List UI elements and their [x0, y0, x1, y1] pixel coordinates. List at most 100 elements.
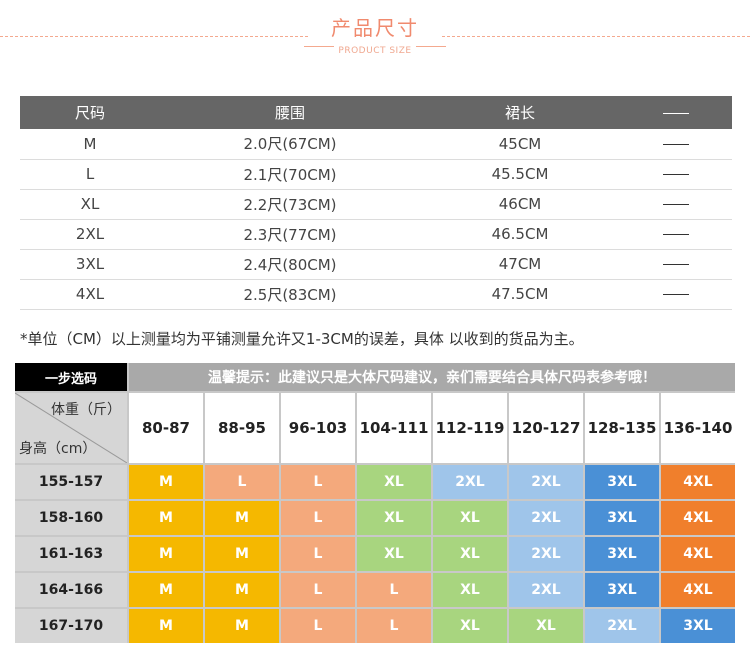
column-header: 裙长: [420, 96, 620, 129]
weight-range-header: 120-127: [509, 393, 583, 463]
column-header: [620, 96, 732, 129]
dash-mark: [663, 234, 689, 235]
size-cell: [620, 279, 732, 310]
size-recommendation-cell: 2XL: [509, 501, 583, 535]
size-recommendation-cell: 4XL: [661, 465, 735, 499]
size-table-header: 尺码 腰围 裙长: [20, 96, 732, 129]
size-recommendation-cell: 2XL: [433, 465, 507, 499]
size-recommendation-cell: 3XL: [585, 537, 659, 571]
height-range-header: 167-170: [15, 609, 127, 643]
size-recommendation-cell: 2XL: [585, 609, 659, 643]
size-recommendation-cell: M: [205, 609, 279, 643]
size-cell: 2.0尺(67CM): [160, 129, 420, 160]
size-cell: 2XL: [20, 219, 160, 250]
size-recommendation-cell: M: [129, 501, 203, 535]
size-recommendation-cell: XL: [357, 465, 431, 499]
size-recommendation-cell: L: [357, 609, 431, 643]
size-cell: 46.5CM: [420, 219, 620, 250]
weight-range-header: 136-140: [661, 393, 735, 463]
height-range-header: 161-163: [15, 537, 127, 571]
size-recommendation-cell: M: [205, 573, 279, 607]
size-cell: 47.5CM: [420, 279, 620, 310]
size-row: XL 2.2尺(73CM) 46CM: [20, 189, 732, 220]
weight-axis-label: 体重（斤）: [51, 402, 121, 418]
size-cell: 45CM: [420, 129, 620, 160]
size-recommendation-chart: 一步选码 温馨提示：此建议只是大体尺码建议，亲们需要结合具体尺码表参考哦！ 体重…: [15, 363, 735, 643]
axis-corner: 体重（斤） 身高（cm）: [15, 393, 127, 463]
size-recommendation-cell: M: [129, 573, 203, 607]
size-recommendation-cell: M: [205, 501, 279, 535]
weight-range-header: 80-87: [129, 393, 203, 463]
size-recommendation-cell: 2XL: [509, 465, 583, 499]
size-row: L 2.1尺(70CM) 45.5CM: [20, 159, 732, 190]
size-cell: 45.5CM: [420, 159, 620, 190]
weight-range-header: 96-103: [281, 393, 355, 463]
size-recommendation-cell: M: [129, 609, 203, 643]
size-cell: [620, 159, 732, 190]
size-recommendation-cell: M: [129, 465, 203, 499]
size-row: 2XL 2.3尺(77CM) 46.5CM: [20, 219, 732, 250]
weight-range-header: 88-95: [205, 393, 279, 463]
size-row: M 2.0尺(67CM) 45CM: [20, 129, 732, 160]
weight-range-header: 128-135: [585, 393, 659, 463]
size-recommendation-cell: L: [357, 573, 431, 607]
size-recommendation-cell: L: [281, 537, 355, 571]
dash-mark: [663, 112, 689, 114]
size-recommendation-cell: L: [281, 573, 355, 607]
size-cell: [620, 219, 732, 250]
dash-mark: [663, 143, 689, 145]
size-recommendation-cell: L: [281, 609, 355, 643]
size-recommendation-cell: 3XL: [661, 609, 735, 643]
size-cell: 2.1尺(70CM): [160, 159, 420, 190]
size-recommendation-cell: XL: [433, 501, 507, 535]
size-recommendation-cell: 4XL: [661, 537, 735, 571]
size-recommendation-cell: 4XL: [661, 573, 735, 607]
size-recommendation-cell: XL: [433, 609, 507, 643]
size-recommendation-cell: 4XL: [661, 501, 735, 535]
size-recommendation-cell: L: [281, 465, 355, 499]
size-recommendation-cell: XL: [433, 537, 507, 571]
size-table: 尺码 腰围 裙长 M 2.0尺(67CM) 45CM L 2.1尺(70CM) 45.5C…: [20, 96, 732, 310]
size-cell: XL: [20, 189, 160, 220]
size-recommendation-cell: XL: [357, 537, 431, 571]
height-range-header: 158-160: [15, 501, 127, 535]
size-recommendation-cell: 3XL: [585, 465, 659, 499]
size-cell: 2.2尺(73CM): [160, 189, 420, 220]
size-recommendation-cell: 2XL: [509, 537, 583, 571]
weight-range-header: 104-111: [357, 393, 431, 463]
dash-mark: [663, 204, 689, 205]
size-recommendation-cell: L: [205, 465, 279, 499]
size-cell: 2.5尺(83CM): [160, 279, 420, 310]
size-recommendation-cell: XL: [433, 573, 507, 607]
size-recommendation-cell: 3XL: [585, 573, 659, 607]
weight-range-header: 112-119: [433, 393, 507, 463]
size-row: 3XL 2.4尺(80CM) 47CM: [20, 249, 732, 280]
size-recommendation-cell: 2XL: [509, 573, 583, 607]
column-header: 尺码: [20, 96, 160, 129]
size-cell: 2.4尺(80CM): [160, 249, 420, 280]
dash-mark: [663, 294, 689, 295]
size-cell: 47CM: [420, 249, 620, 280]
section-header: 产品尺寸 PRODUCT SIZE: [0, 0, 750, 66]
dash-mark: [663, 174, 689, 175]
size-cell: [620, 189, 732, 220]
size-recommendation-cell: M: [129, 537, 203, 571]
section-subtitle: PRODUCT SIZE: [338, 46, 412, 56]
size-recommendation-cell: M: [205, 537, 279, 571]
size-recommendation-cell: XL: [509, 609, 583, 643]
height-range-header: 164-166: [15, 573, 127, 607]
size-recommendation-cell: 3XL: [585, 501, 659, 535]
dash-mark: [663, 264, 689, 265]
size-cell: 3XL: [20, 249, 160, 280]
size-cell: L: [20, 159, 160, 190]
section-title: 产品尺寸: [331, 16, 419, 40]
size-cell: 4XL: [20, 279, 160, 310]
size-cell: 46CM: [420, 189, 620, 220]
size-recommendation-cell: L: [281, 501, 355, 535]
size-cell: [620, 249, 732, 280]
step-label: 一步选码: [15, 363, 127, 391]
height-range-header: 155-157: [15, 465, 127, 499]
size-cell: 2.3尺(77CM): [160, 219, 420, 250]
size-cell: M: [20, 129, 160, 160]
column-header: 腰围: [160, 96, 420, 129]
